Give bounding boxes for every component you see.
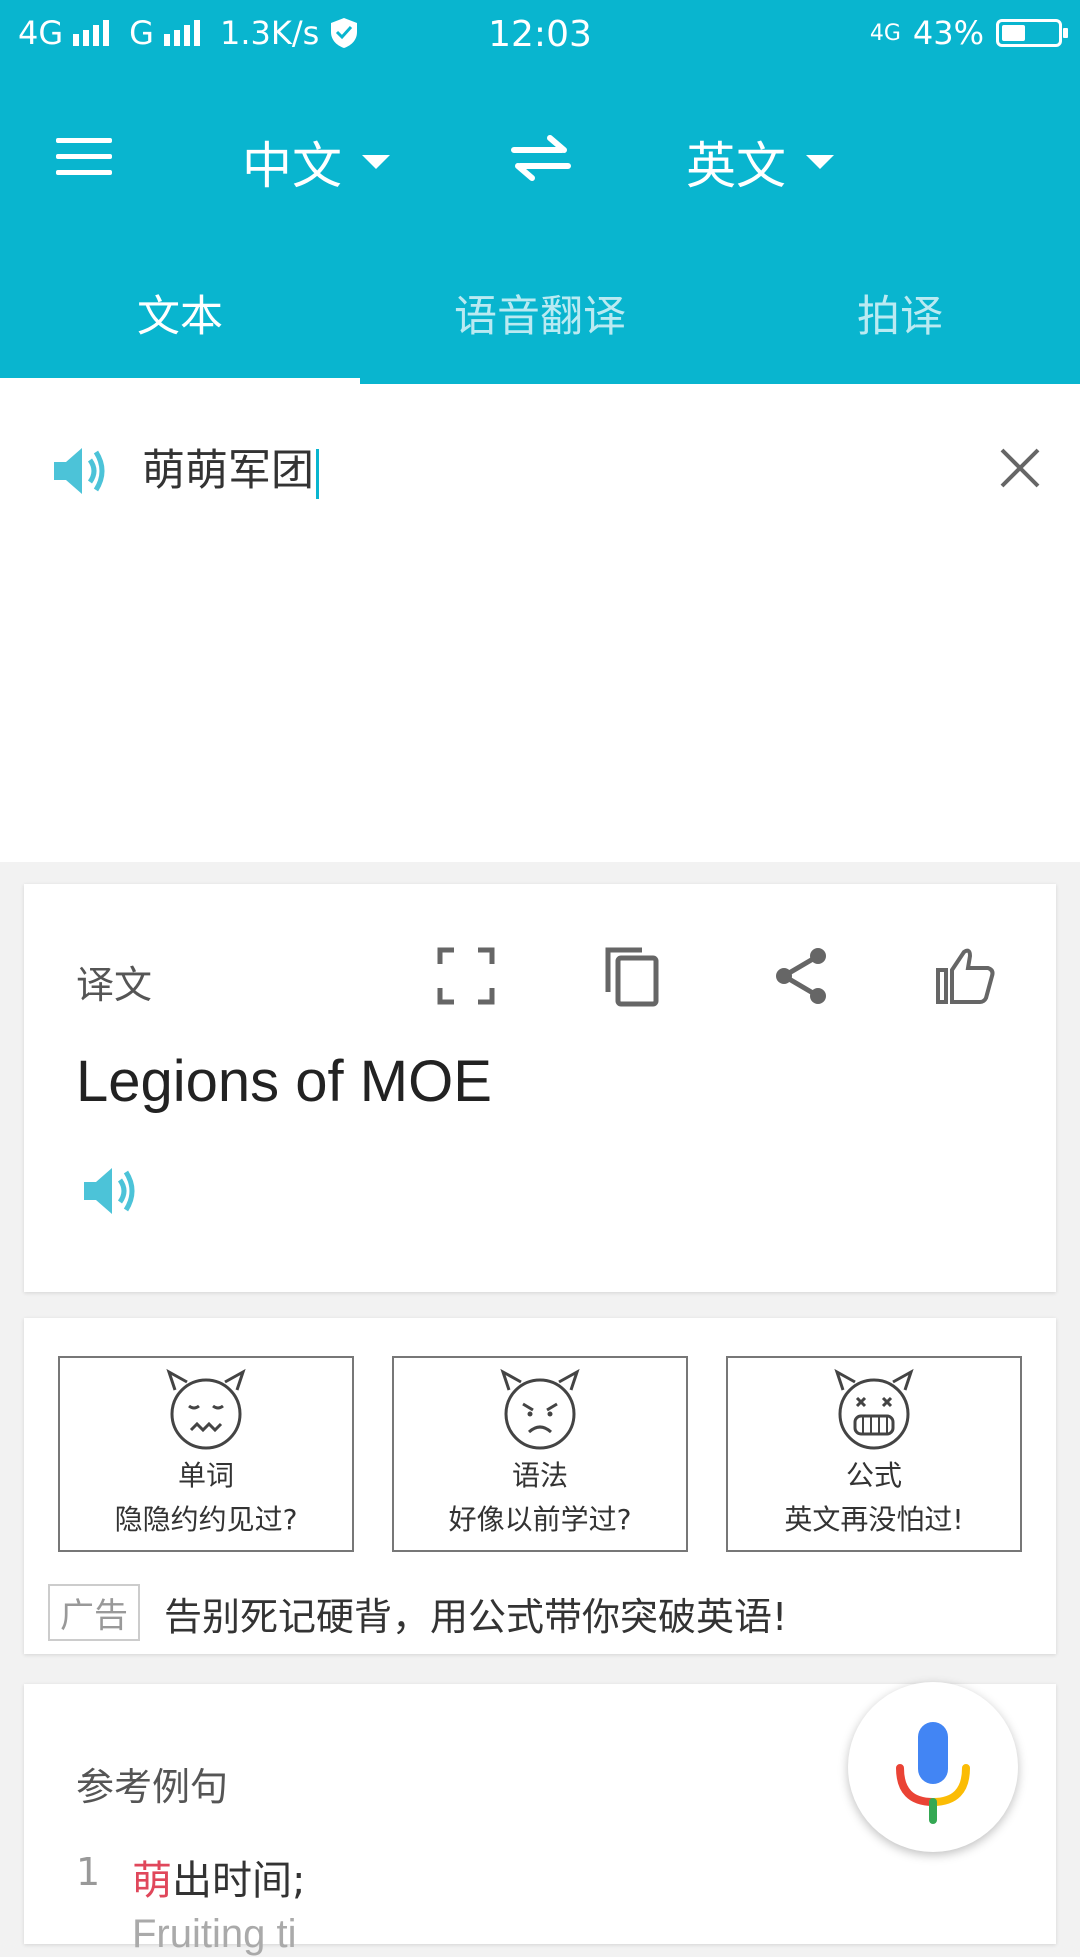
fullscreen-icon[interactable] [434,944,498,1008]
promo-title: 单词 [177,1459,234,1492]
input-field[interactable]: 萌萌军团 [142,436,319,499]
microphone-icon [896,1722,970,1824]
network-label-right: 4G [869,20,901,46]
ad-badge: 广告 [48,1584,140,1641]
promo-title: 公式 [845,1459,902,1492]
source-language-selector[interactable]: 中文 [242,126,390,198]
example-index: 1 [76,1850,101,1894]
speaker-icon[interactable] [82,1166,138,1216]
input-area[interactable]: 萌萌军团 [0,384,1080,862]
chevron-down-icon [806,155,834,169]
tab-text[interactable]: 文本 [0,282,360,344]
speaker-icon[interactable] [52,446,108,496]
battery-percent: 43% [912,14,984,52]
ad-card[interactable]: 单词 隐隐约约见过? 语法 好像以前学过? 公式 英文再没怕过! 广告 告别死记… [24,1318,1056,1654]
example-highlight: 萌 [132,1858,172,1904]
translation-card: 译文 Legions of MOE [24,884,1056,1292]
target-language-selector[interactable]: 英文 [686,126,834,198]
sad-devil-icon [166,1368,246,1450]
promo-formula[interactable]: 公式 英文再没怕过! [726,1356,1022,1552]
thumbs-up-icon[interactable] [934,944,998,1008]
example-rest: 出时间; [172,1858,306,1904]
battery-icon [996,19,1068,47]
mode-tabs: 文本 语音翻译 拍译 [0,252,1080,384]
source-language-label: 中文 [242,137,342,195]
translation-result[interactable]: Legions of MOE [76,1048,492,1115]
promo-subtitle: 好像以前学过? [448,1503,632,1536]
menu-icon[interactable] [56,138,112,176]
ad-text[interactable]: 告别死记硬背，用公式带你突破英语! [164,1586,787,1641]
promo-subtitle: 英文再没怕过! [784,1503,964,1536]
target-language-label: 英文 [686,137,786,195]
grinning-devil-icon [834,1368,914,1450]
app-header: 4G G 1.3K/s 12:03 4G 43% 中文 英文 文本 语音翻译 拍… [0,0,1080,384]
share-icon[interactable] [770,944,834,1008]
promo-title: 语法 [511,1459,568,1492]
battery-fill [1002,25,1026,41]
status-right: 4G 43% [869,14,1068,52]
text-cursor [316,448,319,499]
tab-photo[interactable]: 拍译 [720,282,1080,344]
voice-input-button[interactable] [848,1682,1018,1852]
promo-subtitle: 隐隐约约见过? [114,1503,298,1536]
toolbar: 中文 英文 [0,100,1080,210]
input-value: 萌萌军团 [142,446,314,496]
example-translation: Fruiting ti [132,1912,297,1956]
translation-label: 译文 [76,963,153,1007]
examples-label: 参考例句 [76,1765,229,1809]
chevron-down-icon [362,155,390,169]
close-icon[interactable] [996,444,1044,492]
swap-icon[interactable] [508,130,574,184]
promo-word[interactable]: 单词 隐隐约约见过? [58,1356,354,1552]
copy-icon[interactable] [600,944,664,1008]
example-sentence[interactable]: 萌出时间; [132,1848,305,1906]
status-bar: 4G G 1.3K/s 12:03 4G 43% [0,0,1080,76]
angry-devil-icon [500,1368,580,1450]
tab-voice[interactable]: 语音翻译 [360,282,720,344]
promo-grammar[interactable]: 语法 好像以前学过? [392,1356,688,1552]
